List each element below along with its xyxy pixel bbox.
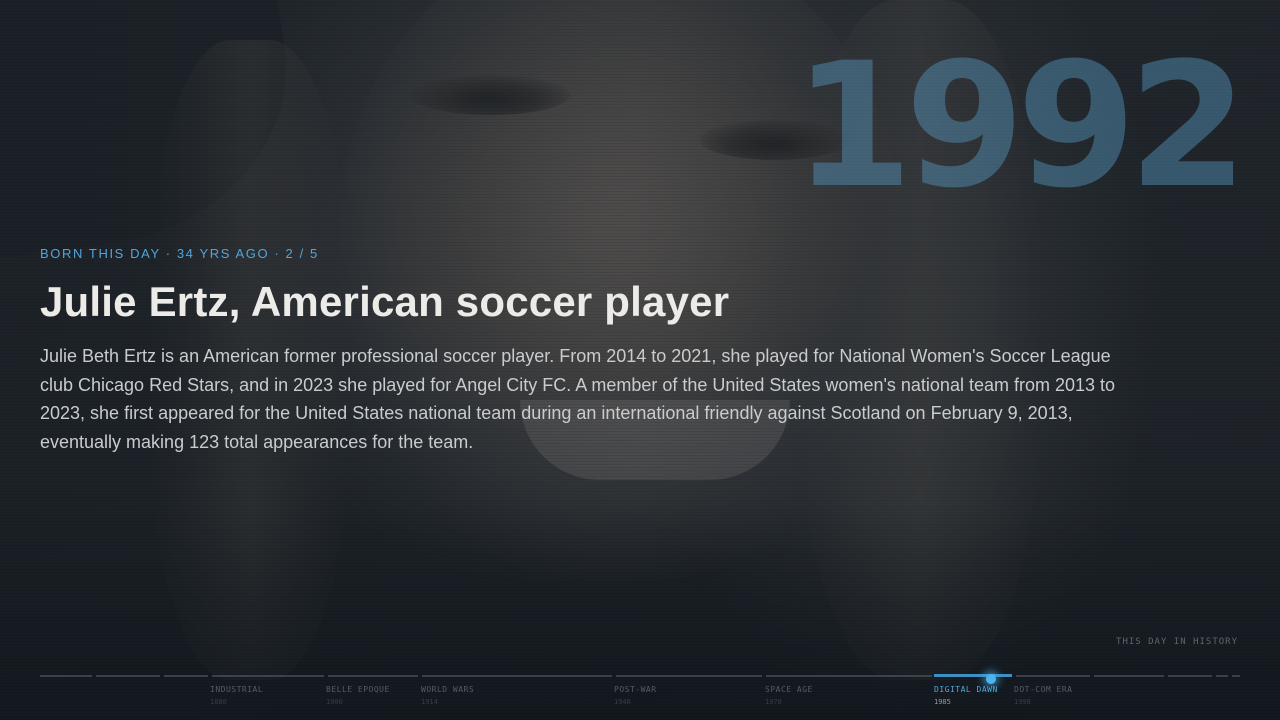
era-name: WORLD WARS — [421, 685, 475, 694]
timeline-handle[interactable] — [986, 674, 996, 684]
era-dot-com[interactable]: DOT-COM ERA 1998 — [1014, 685, 1072, 706]
era-name: SPACE AGE — [765, 685, 813, 694]
timeline-segment — [1016, 675, 1090, 677]
timeline-segment — [616, 675, 762, 677]
timeline-segment-active — [934, 674, 1012, 677]
era-year: 1946 — [614, 698, 631, 706]
timeline-segment — [422, 675, 612, 677]
era-name: INDUSTRIAL — [210, 685, 264, 694]
era-year: 1880 — [210, 698, 227, 706]
timeline-segment — [1232, 675, 1240, 677]
era-post-war[interactable]: POST-WAR 1946 — [614, 685, 657, 706]
era-name: POST-WAR — [614, 685, 657, 694]
era-space-age[interactable]: SPACE AGE 1970 — [765, 685, 813, 706]
era-industrial[interactable]: INDUSTRIAL 1880 — [210, 685, 263, 706]
era-name: DIGITAL DAWN — [934, 685, 998, 694]
era-belle-epoque[interactable]: BELLE EPOQUE 1900 — [326, 685, 390, 706]
event-eyebrow: BORN THIS DAY · 34 YRS AGO · 2 / 5 — [40, 246, 319, 261]
timeline-segment — [328, 675, 418, 677]
timeline-segment — [96, 675, 160, 677]
timeline-segment — [1168, 675, 1212, 677]
era-name: BELLE EPOQUE — [326, 685, 390, 694]
timeline-segment — [1216, 675, 1228, 677]
era-year: 1900 — [326, 698, 343, 706]
era-year: 1914 — [421, 698, 438, 706]
era-year: 1985 — [934, 698, 951, 706]
timeline-segment — [40, 675, 92, 677]
era-name: DOT-COM ERA — [1014, 685, 1073, 694]
era-digital-dawn[interactable]: DIGITAL DAWN 1985 — [934, 685, 998, 706]
timeline-segment — [766, 675, 932, 677]
timeline-track[interactable] — [40, 674, 1240, 684]
event-year: 1992 — [793, 25, 1248, 226]
timeline-segment — [164, 675, 208, 677]
event-title: Julie Ertz, American soccer player — [40, 278, 730, 325]
timeline-segment — [212, 675, 324, 677]
era-year: 1998 — [1014, 698, 1031, 706]
this-day-tag: THIS DAY IN HISTORY — [1116, 637, 1238, 647]
timeline-segment — [1094, 675, 1164, 677]
era-timeline[interactable]: INDUSTRIAL 1880 BELLE EPOQUE 1900 WORLD … — [40, 672, 1240, 720]
event-summary: Julie Beth Ertz is an American former pr… — [40, 346, 1116, 453]
era-year: 1970 — [765, 698, 782, 706]
era-world-wars[interactable]: WORLD WARS 1914 — [421, 685, 474, 706]
